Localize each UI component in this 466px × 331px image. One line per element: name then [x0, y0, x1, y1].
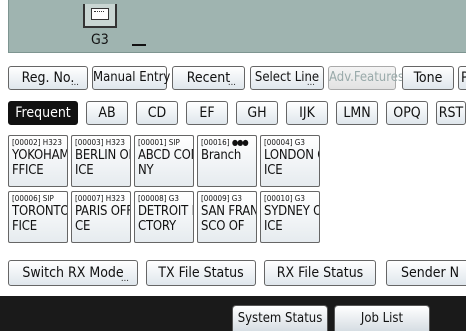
- destination-name-line2: SCO OF: [201, 219, 245, 234]
- recent-label: Recent: [186, 70, 231, 86]
- more-dots-icon: …: [70, 78, 79, 88]
- destination-code-row: [00016] ●●●: [201, 138, 256, 148]
- destination-key[interactable]: [00010] G3 SYDNEY OFF ICE: [260, 191, 320, 243]
- system-status-label: System Status: [237, 311, 323, 326]
- destination-name-line1: YOKOHAMA O: [12, 148, 67, 163]
- fax-screen: G3 Reg. No. … Manual Entry Recent … Sele…: [0, 0, 466, 331]
- index-label: Frequent: [15, 105, 71, 121]
- index-label: RST: [438, 105, 464, 121]
- destination-name-line1: Branch: [201, 148, 242, 163]
- index-tab-ef[interactable]: EF: [186, 101, 228, 125]
- destination-display: G3: [8, 0, 466, 53]
- rx-file-status-label: RX File Status: [276, 265, 364, 281]
- index-tab-cd[interactable]: CD: [136, 101, 178, 125]
- destination-method-tabs: Reg. No. … Manual Entry Recent … Select …: [0, 66, 466, 92]
- tone-button[interactable]: Tone: [402, 66, 454, 90]
- sender-name-button[interactable]: Sender N: [386, 260, 466, 286]
- manual-entry-label: Manual Entry: [93, 70, 171, 85]
- destination-code: [00009] G3: [201, 194, 242, 203]
- destination-code: [00003] H323: [75, 138, 125, 147]
- destination-key[interactable]: [00007] H323 PARIS OFFI CE: [71, 191, 131, 243]
- destination-name-line2: ICE: [264, 219, 283, 234]
- destination-code: [00006] SIP: [12, 194, 54, 203]
- index-label: CD: [147, 105, 167, 121]
- destination-code: [00010] G3: [264, 194, 305, 203]
- fax-line-icon: [83, 4, 117, 28]
- input-cursor: [132, 44, 146, 46]
- destination-code: [00007] H323: [75, 194, 125, 203]
- pause-button[interactable]: P: [458, 66, 466, 90]
- index-tab-frequent[interactable]: Frequent: [8, 101, 78, 125]
- destination-name-line1: DETROIT FA: [138, 204, 193, 219]
- destination-name-line2: CTORY: [138, 219, 176, 234]
- destination-name-line2: NY: [138, 163, 154, 178]
- destination-name-line2: ICE: [264, 163, 283, 178]
- destination-name-line2: CE: [75, 219, 91, 234]
- adv-features-label: Adv.Features: [329, 70, 405, 85]
- destination-code: [00001] SIP: [138, 138, 180, 147]
- index-tab-rst[interactable]: RST: [436, 101, 466, 125]
- destination-name-line1: BERLIN OFF: [75, 148, 130, 163]
- destination-code: [00004] G3: [264, 138, 305, 147]
- more-dots-icon: …: [227, 78, 236, 88]
- destination-key[interactable]: [00006] SIP TORONTO OF FICE: [8, 191, 68, 243]
- rx-file-status-button[interactable]: RX File Status: [264, 260, 376, 286]
- manual-entry-button[interactable]: Manual Entry: [92, 66, 171, 90]
- destination-name-line1: ABCD COMPA: [138, 148, 193, 163]
- adv-features-button[interactable]: Adv.Features: [328, 66, 404, 90]
- destination-key-group[interactable]: [00016] ●●● Branch: [197, 135, 257, 187]
- group-icon: ●●●: [231, 138, 249, 147]
- index-label: OPQ: [393, 105, 421, 121]
- destination-name-line2: FICE: [12, 219, 37, 234]
- tone-label: Tone: [413, 70, 443, 86]
- system-status-button[interactable]: System Status: [232, 305, 328, 331]
- index-label: AB: [98, 105, 116, 121]
- line-type-label: G3: [91, 32, 109, 48]
- reg-no-button[interactable]: Reg. No. …: [8, 66, 88, 90]
- select-line-button[interactable]: Select Line …: [250, 66, 324, 90]
- destination-key[interactable]: [00004] G3 LONDON OFF ICE: [260, 135, 320, 187]
- destination-key[interactable]: [00008] G3 DETROIT FA CTORY: [134, 191, 194, 243]
- destination-name-line1: SYDNEY OFF: [264, 204, 319, 219]
- destination-name-line1: SAN FRANCI: [201, 204, 256, 219]
- index-label: GH: [247, 105, 267, 121]
- tx-file-status-label: TX File Status: [158, 265, 244, 281]
- recent-button[interactable]: Recent …: [172, 66, 245, 90]
- job-list-button[interactable]: Job List: [334, 305, 430, 331]
- destination-code: [00016]: [201, 138, 230, 147]
- index-tab-gh[interactable]: GH: [236, 101, 278, 125]
- destination-code: [00008] G3: [138, 194, 179, 203]
- destination-key[interactable]: [00003] H323 BERLIN OFF ICE: [71, 135, 131, 187]
- sender-name-label: Sender N: [401, 265, 460, 281]
- index-label: EF: [199, 105, 215, 121]
- pause-label: P: [461, 70, 466, 86]
- switch-rx-mode-button[interactable]: Switch RX Mode …: [8, 260, 138, 286]
- destination-name-line2: FFICE: [12, 163, 44, 178]
- index-label: IJK: [299, 105, 315, 121]
- function-keys: Switch RX Mode … TX File Status RX File …: [0, 260, 466, 286]
- index-tabs: Frequent AB CD EF GH IJK LMN OPQ RST: [0, 101, 466, 127]
- index-tab-lmn[interactable]: LMN: [336, 101, 378, 125]
- destination-name-line1: LONDON OFF: [264, 148, 319, 163]
- destination-key[interactable]: [00001] SIP ABCD COMPA NY: [134, 135, 194, 187]
- fax-icon-screen: [91, 8, 109, 20]
- index-tab-opq[interactable]: OPQ: [386, 101, 428, 125]
- destination-code: [00002] H323: [12, 138, 62, 147]
- destination-name-line1: PARIS OFFI: [75, 204, 131, 219]
- reg-no-label: Reg. No.: [21, 70, 75, 86]
- tx-file-status-button[interactable]: TX File Status: [146, 260, 256, 286]
- switch-rx-mode-label: Switch RX Mode: [22, 265, 124, 281]
- index-tab-ab[interactable]: AB: [86, 101, 128, 125]
- destination-key[interactable]: [00009] G3 SAN FRANCI SCO OF: [197, 191, 257, 243]
- destination-key[interactable]: [00002] H323 YOKOHAMA O FFICE: [8, 135, 68, 187]
- job-list-label: Job List: [360, 311, 404, 326]
- more-dots-icon: …: [120, 274, 129, 284]
- more-dots-icon: …: [306, 78, 315, 88]
- destination-name-line1: TORONTO OF: [12, 204, 68, 219]
- index-label: LMN: [343, 105, 371, 121]
- index-tab-ijk[interactable]: IJK: [286, 101, 328, 125]
- destination-name-line2: ICE: [75, 163, 94, 178]
